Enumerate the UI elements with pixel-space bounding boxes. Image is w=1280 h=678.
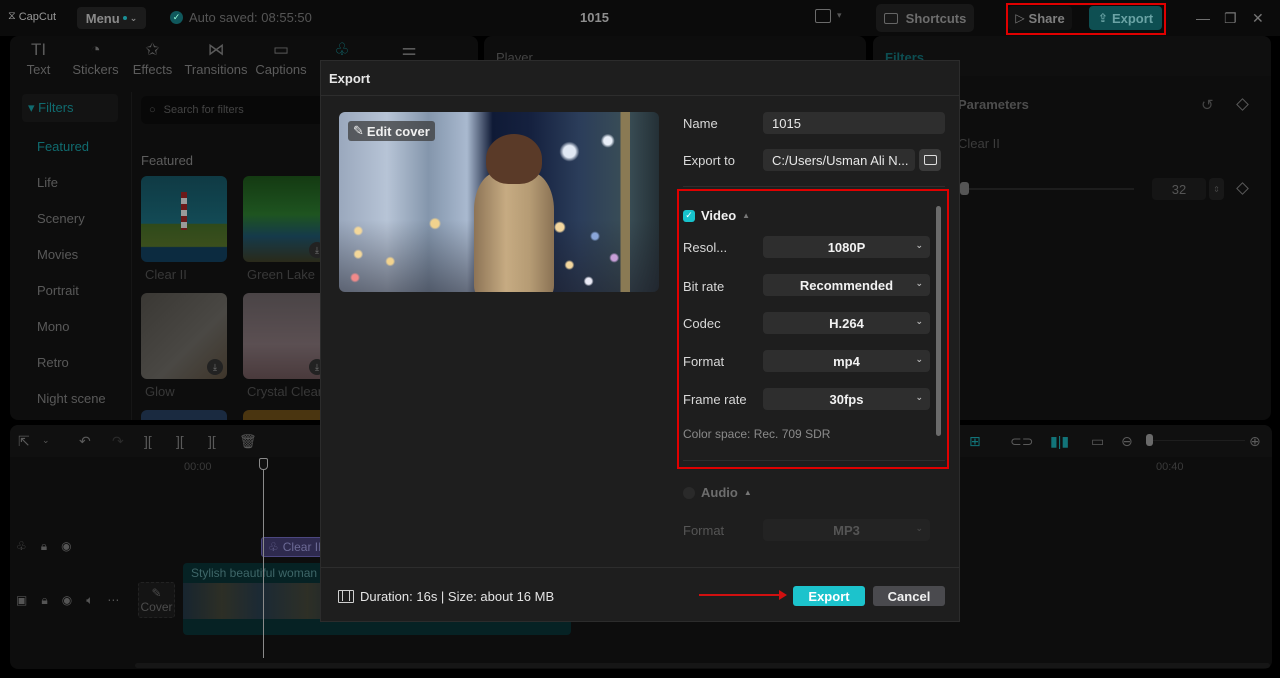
export-dialog: Export ✎ Edit cover Name 1015 Export to … [320,60,960,622]
annotation-arrow [699,594,781,596]
dialog-footer-divider [321,567,959,568]
audio-format-label: Format [683,523,725,538]
name-input[interactable]: 1015 [763,112,945,134]
coat-graphic [474,172,554,292]
film-icon [338,590,354,603]
edit-icon: ✎ [353,123,364,138]
annotation-arrow-head [779,590,787,600]
export-path-input[interactable]: C:/Users/Usman Ali N... [763,149,915,171]
hair-graphic [486,134,542,184]
collapse-caret-icon[interactable]: ▲ [744,488,752,497]
export-button[interactable]: Export [793,586,865,606]
dialog-title: Export [329,71,371,86]
audio-format-select[interactable]: MP3 ⌄ [763,519,930,541]
dialog-header: Export [321,61,959,96]
browse-folder-button[interactable] [919,149,941,171]
duration-size-info: Duration: 16s | Size: about 16 MB [338,589,554,604]
folder-icon [923,155,937,165]
edit-cover-button[interactable]: ✎ Edit cover [348,121,435,141]
chevron-down-icon: ⌄ [915,523,923,533]
divider [683,186,945,187]
cancel-button[interactable]: Cancel [873,586,945,606]
capcut-app: ⧖ CapCut Menu ⌄ ✓ Auto saved: 08:55:50 1… [0,0,1280,678]
cover-preview-image[interactable]: ✎ Edit cover [339,112,659,292]
audio-checkbox[interactable] [683,486,695,499]
audio-section-header[interactable]: Audio ▲ [683,485,752,500]
cover-subject [464,134,574,292]
name-label: Name [683,116,718,131]
export-to-label: Export to [683,153,736,168]
annotation-highlight-box [677,189,949,469]
